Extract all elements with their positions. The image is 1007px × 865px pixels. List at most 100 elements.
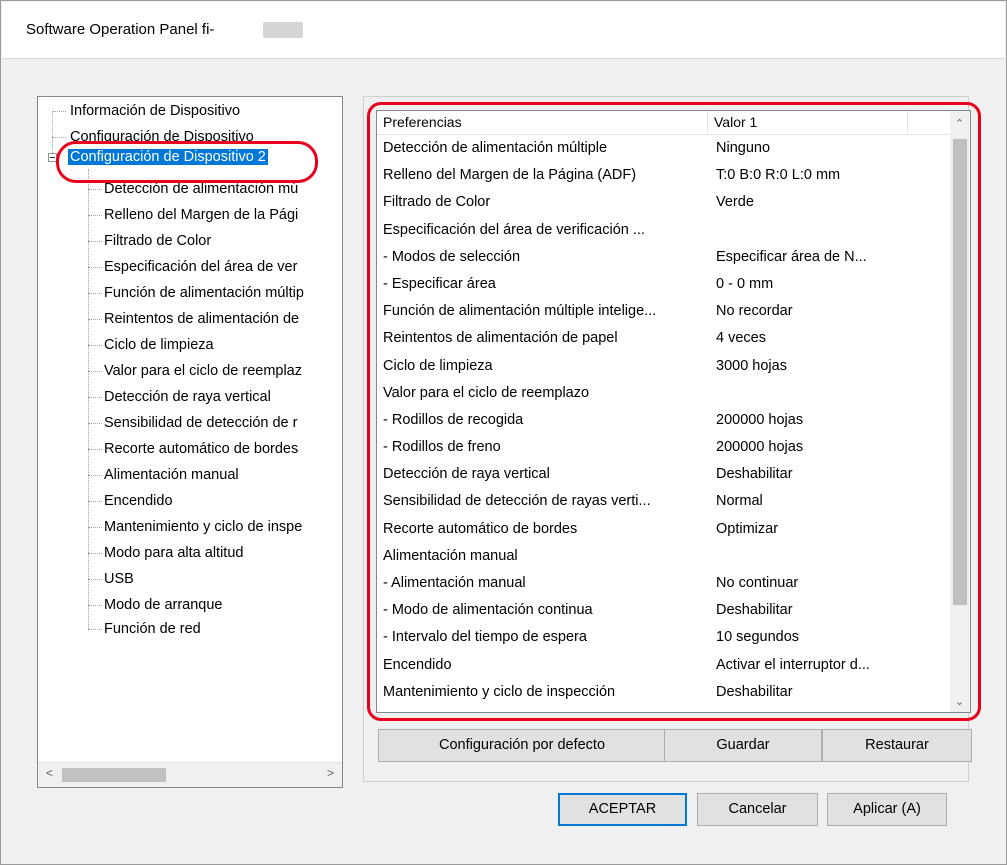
tree-guide-line [88, 293, 102, 294]
scroll-left-arrow-icon[interactable]: < [46, 766, 53, 780]
default-settings-button[interactable]: Configuración por defecto [378, 729, 666, 762]
tree-item-child[interactable]: Filtrado de Color [104, 231, 211, 251]
cancel-button[interactable]: Cancelar [697, 793, 818, 826]
list-rows: Detección de alimentación múltiple Ningun… [377, 135, 950, 706]
tree-item-child[interactable]: Recorte automático de bordes [104, 439, 298, 459]
preference-value-cell: 10 segundos [716, 629, 800, 646]
scroll-thumb[interactable] [62, 768, 166, 782]
preference-value-cell: 200000 hojas [716, 411, 804, 428]
ok-button[interactable]: ACEPTAR [558, 793, 687, 826]
tree-guide-line [88, 605, 102, 606]
preference-value-cell: Ninguno [716, 140, 771, 156]
list-row[interactable]: - Alimentación manual No continuar [377, 570, 950, 597]
tree-guide-line [88, 267, 102, 268]
preference-name-cell: - Rodillos de recogida [383, 411, 524, 428]
tree-item-child[interactable]: Especificación del área de ver [104, 257, 297, 277]
preference-value-cell: 200000 hojas [716, 439, 804, 456]
list-row[interactable]: Especificación del área de verificación … [377, 217, 950, 244]
preference-value-cell: 0 - 0 mm [716, 275, 774, 292]
preference-name-cell: Reintentos de alimentación de papel [383, 330, 618, 347]
tree-item-child[interactable]: Función de red [104, 619, 201, 639]
scroll-right-arrow-icon[interactable]: > [327, 766, 334, 780]
tree-item-child[interactable]: Alimentación manual [104, 465, 239, 485]
column-header-value[interactable]: Valor 1 [708, 111, 908, 134]
settings-list-view[interactable]: Preferencias Valor 1 Detección de alimen… [376, 110, 971, 713]
list-row[interactable]: Detección de raya vertical Deshabilitar [377, 461, 950, 488]
preference-name-cell: - Alimentación manual [383, 575, 526, 591]
tree-guide-line [88, 501, 102, 502]
list-row[interactable]: Filtrado de Color Verde [377, 189, 950, 216]
list-row[interactable]: Encendido Activar el interruptor d... [377, 652, 950, 679]
tree-item-child[interactable]: Sensibilidad de detección de r [104, 413, 297, 433]
preference-value-cell: Optimizar [716, 520, 779, 537]
settings-tree[interactable]: Información de Dispositivo Configuración… [37, 96, 343, 788]
scroll-thumb[interactable] [953, 139, 967, 605]
tree-guide-line [88, 449, 102, 450]
preference-name-cell: Detección de raya vertical [383, 466, 550, 483]
restore-button[interactable]: Restaurar [822, 729, 972, 762]
list-row[interactable]: Relleno del Margen de la Página (ADF) T:0… [377, 162, 950, 189]
list-row[interactable]: - Rodillos de recogida 200000 hojas [377, 407, 950, 434]
preference-name-cell: Mantenimiento y ciclo de inspección [383, 683, 616, 700]
tree-guide-line [88, 475, 102, 476]
list-row[interactable]: Valor para el ciclo de reemplazo [377, 380, 950, 407]
list-row[interactable]: Detección de alimentación múltiple Ningun… [377, 135, 950, 162]
tree-item-child[interactable]: Modo de arranque [104, 595, 223, 615]
tree-guide-line [88, 189, 102, 190]
tree-item-child[interactable]: Reintentos de alimentación de [104, 309, 299, 329]
list-row[interactable]: Alimentación manual [377, 543, 950, 570]
apply-button[interactable]: Aplicar (A) [827, 793, 947, 826]
tree-item-child[interactable]: Función de alimentación múltip [104, 283, 304, 303]
preference-value-cell: Deshabilitar [716, 466, 793, 483]
preference-name-cell: - Modo de alimentación continua [383, 602, 593, 619]
save-button[interactable]: Guardar [664, 729, 822, 762]
tree-guide-line [88, 319, 102, 320]
list-row[interactable]: Ciclo de limpieza 3000 hojas [377, 353, 950, 380]
tree-item-child[interactable]: Relleno del Margen de la Pági [104, 205, 298, 225]
collapse-toggle-icon[interactable] [48, 153, 57, 162]
list-row[interactable]: - Rodillos de freno 200000 hojas [377, 434, 950, 461]
tree-item-child[interactable]: Valor para el ciclo de reemplaz [104, 361, 302, 381]
preference-name-cell: Alimentación manual [383, 547, 518, 564]
list-row[interactable]: - Modos de selección Especificar área de … [377, 244, 950, 271]
list-vertical-scrollbar[interactable]: ⌃ ⌄ [950, 111, 970, 712]
preference-name-cell: Filtrado de Color [383, 194, 491, 211]
tree-guide-line [88, 371, 102, 372]
list-row[interactable]: Recorte automático de bordes Optimizar [377, 516, 950, 543]
model-number-redacted [263, 22, 303, 38]
preference-name-cell: - Intervalo del tiempo de espera [383, 629, 587, 646]
tree-guide-line [88, 423, 102, 424]
tree-item-device-info[interactable]: Información de Dispositivo [70, 101, 240, 121]
tree-guide-line [52, 111, 66, 112]
preference-name-cell: Encendido [383, 656, 452, 673]
tree-item-child[interactable]: Modo para alta altitud [104, 543, 243, 563]
list-row[interactable]: Mantenimiento y ciclo de inspección Desha… [377, 679, 950, 706]
list-row[interactable]: - Especificar área 0 - 0 mm [377, 271, 950, 298]
tree-item-child[interactable]: Ciclo de limpieza [104, 335, 214, 355]
preference-name-cell: - Modos de selección [383, 248, 521, 265]
preference-value-cell: T:0 B:0 R:0 L:0 mm [716, 167, 841, 184]
tree-guide-line [88, 215, 102, 216]
scroll-up-arrow-icon[interactable]: ⌃ [955, 117, 964, 130]
tree-item-child[interactable]: Encendido [104, 491, 173, 511]
tree-item-device-config[interactable]: Configuración de Dispositivo [70, 127, 254, 147]
preference-name-cell: Sensibilidad de detección de rayas verti… [383, 493, 651, 510]
tree-horizontal-scrollbar[interactable]: < > [38, 762, 342, 787]
list-row[interactable]: - Intervalo del tiempo de espera 10 segun… [377, 624, 950, 651]
tree-item-child[interactable]: Detección de alimentación mú [104, 179, 298, 199]
preference-name-cell: - Especificar área [383, 275, 496, 292]
list-row[interactable]: Reintentos de alimentación de papel 4 vec… [377, 325, 950, 352]
list-row[interactable]: - Modo de alimentación continua Deshabili… [377, 597, 950, 624]
tree-item-child[interactable]: Mantenimiento y ciclo de inspe [104, 517, 302, 537]
preference-name-cell: Recorte automático de bordes [383, 520, 578, 537]
scroll-down-arrow-icon[interactable]: ⌄ [955, 695, 964, 708]
preference-value-cell: 3000 hojas [716, 357, 787, 374]
tree-item-child[interactable]: USB [104, 569, 134, 589]
preference-value-cell: No recordar [716, 303, 793, 320]
tree-item-device-config-2[interactable]: Configuración de Dispositivo 2 [68, 147, 268, 167]
tree-guide-line [88, 579, 102, 580]
list-row[interactable]: Sensibilidad de detección de rayas verti… [377, 488, 950, 515]
column-header-preferences[interactable]: Preferencias [377, 111, 708, 134]
list-row[interactable]: Función de alimentación múltiple intelig… [377, 298, 950, 325]
tree-item-child[interactable]: Detección de raya vertical [104, 387, 271, 407]
